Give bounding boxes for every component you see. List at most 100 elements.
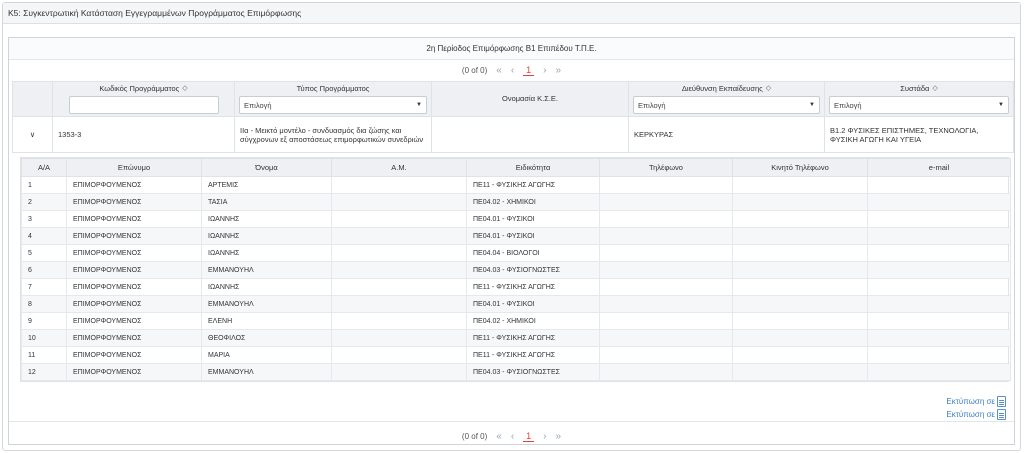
datagrid: 2η Περίοδος Επιμόρφωσης Β1 Επιπέδου Τ.Π.… [8,37,1015,445]
print-excel-link[interactable]: Εκτύπωση σε [946,395,1006,408]
print-pdf-label: Εκτύπωση σε [946,410,995,419]
directorate-filter-value: Επιλογή [638,100,666,110]
prev-page-button[interactable]: ‹ [511,65,514,76]
participant-first-name: ΜΑΡΙΑ [201,346,332,364]
participant-email [867,278,1011,296]
type-filter-select[interactable]: Επιλογή ▼ [239,96,427,114]
participant-phone [599,278,733,296]
participant-first-name: ΘΕΟΦΙΛΟΣ [201,329,332,347]
row-expander-icon[interactable]: ∨ [12,116,53,153]
participant-surname: ΕΠΙΜΟΡΦΟΥΜΕΝΟΣ [66,210,202,228]
panel-title: Κ5: Συγκεντρωτική Κατάσταση Εγγεγραμμένω… [3,3,1020,24]
programs-table: Κωδικός Προγράμματος ◇ Τύπος Προγράμματο… [12,81,1014,153]
column-cluster[interactable]: Συστάδα ◇ Επιλογή ▼ [824,81,1014,117]
column-directorate[interactable]: Διεύθυνση Εκπαίδευσης ◇ Επιλογή ▼ [628,81,825,117]
participant-email [867,363,1011,381]
participant-email [867,176,1011,194]
table-row[interactable]: ∨ 1353-3 ΙΙα - Μεικτό μοντέλο - συνδυασμ… [12,116,1014,153]
prev-page-button[interactable]: ‹ [511,431,514,442]
code-filter-input[interactable] [68,96,219,114]
participant-specialty: ΠΕ04.01 - ΦΥΣΙΚΟΙ [466,210,600,228]
sort-icon[interactable]: ◇ [182,84,187,94]
column-code-label: Κωδικός Προγράμματος [99,84,180,93]
paginator-top: (0 of 0) « ‹ 1 › » [9,60,1014,81]
participant-first-name: ΑΡΤΕΜΙΣ [201,176,332,194]
chevron-down-icon: ▼ [809,102,815,108]
participant-surname: ΕΠΙΜΟΡΦΟΥΜΕΝΟΣ [66,244,202,262]
expander-header [12,81,53,117]
participant-row-number: 12 [21,363,67,381]
sort-icon[interactable]: ◇ [766,84,771,94]
participant-specialty: ΠΕ04.02 - ΧΗΜΙΚΟΙ [466,193,600,211]
participants-col-email-header: e-mail [867,158,1011,177]
print-excel-label: Εκτύπωση σε [946,397,995,406]
participant-registry-number [331,210,467,228]
sort-icon[interactable]: ◇ [932,84,937,94]
participant-row-number: 2 [21,193,67,211]
table-row: 5 ΕΠΙΜΟΡΦΟΥΜΕΝΟΣ ΙΩΑΝΝΗΣ ΠΕ04.04 - ΒΙΟΛΟΓΟΙ [21,244,1011,262]
table-row: 11 ΕΠΙΜΟΡΦΟΥΜΕΝΟΣ ΜΑΡΙΑ ΠΕ11 - ΦΥΣΙΚΗΣ ΑΓΩΓ… [21,346,1011,364]
participant-specialty: ΠΕ04.01 - ΦΥΣΙΚΟΙ [466,227,600,245]
participant-row-number: 1 [21,176,67,194]
participant-email [867,346,1011,364]
participant-phone [599,312,733,330]
next-page-button[interactable]: › [543,431,546,442]
participants-col-am-header: Α.Μ. [331,158,467,177]
page-number-button[interactable]: 1 [523,65,535,76]
participant-mobile-phone [732,210,868,228]
participant-mobile-phone [732,312,868,330]
print-links: Εκτύπωση σε Εκτύπωση σε [946,395,1006,421]
participant-phone [599,210,733,228]
participants-col-name-header: Όνομα [201,158,332,177]
participant-phone [599,261,733,279]
participant-row-number: 8 [21,295,67,313]
column-type-label: Τύπος Προγράμματος [296,84,370,93]
participant-surname: ΕΠΙΜΟΡΦΟΥΜΕΝΟΣ [66,346,202,364]
participant-email [867,295,1011,313]
page-info: (0 of 0) [461,66,488,75]
participant-row-number: 9 [21,312,67,330]
participant-row-number: 5 [21,244,67,262]
first-page-button[interactable]: « [496,431,502,442]
participant-registry-number [331,261,467,279]
participants-col-aa-header: Α/Α [21,158,67,177]
participant-specialty: ΠΕ04.01 - ΦΥΣΙΚΟΙ [466,295,600,313]
participant-surname: ΕΠΙΜΟΡΦΟΥΜΕΝΟΣ [66,329,202,347]
program-kse [431,116,629,153]
participant-mobile-phone [732,176,868,194]
participant-first-name: ΙΩΑΝΝΗΣ [201,278,332,296]
participant-surname: ΕΠΙΜΟΡΦΟΥΜΕΝΟΣ [66,227,202,245]
participant-mobile-phone [732,193,868,211]
participants-col-surname-header: Επώνυμο [66,158,202,177]
participant-surname: ΕΠΙΜΟΡΦΟΥΜΕΝΟΣ [66,295,202,313]
participants-col-phone-header: Τηλέφωνο [599,158,733,177]
participant-phone [599,176,733,194]
participant-first-name: ΙΩΑΝΝΗΣ [201,244,332,262]
column-code[interactable]: Κωδικός Προγράμματος ◇ [52,81,235,117]
participant-email [867,244,1011,262]
last-page-button[interactable]: » [556,431,562,442]
divider [9,421,1014,422]
participant-mobile-phone [732,227,868,245]
next-page-button[interactable]: › [543,65,546,76]
participant-mobile-phone [732,295,868,313]
first-page-button[interactable]: « [496,65,502,76]
participant-registry-number [331,244,467,262]
column-kse-label: Ονομασία Κ.Σ.Ε. [501,94,559,103]
cluster-filter-select[interactable]: Επιλογή ▼ [829,96,1009,114]
print-pdf-link[interactable]: Εκτύπωση σε [946,408,1006,421]
page-info: (0 of 0) [461,432,488,441]
table-row: 2 ΕΠΙΜΟΡΦΟΥΜΕΝΟΣ ΤΑΣΙΑ ΠΕ04.02 - ΧΗΜΙΚΟΙ [21,193,1011,211]
participant-phone [599,363,733,381]
directorate-filter-select[interactable]: Επιλογή ▼ [633,96,820,114]
page-number-button[interactable]: 1 [523,431,535,442]
participant-surname: ΕΠΙΜΟΡΦΟΥΜΕΝΟΣ [66,176,202,194]
last-page-button[interactable]: » [556,65,562,76]
grid-caption: 2η Περίοδος Επιμόρφωσης Β1 Επιπέδου Τ.Π.… [9,38,1014,60]
participant-surname: ΕΠΙΜΟΡΦΟΥΜΕΝΟΣ [66,193,202,211]
chevron-down-icon: ▼ [998,102,1004,108]
participant-mobile-phone [732,244,868,262]
participant-mobile-phone [732,329,868,347]
participant-row-number: 3 [21,210,67,228]
participant-email [867,193,1011,211]
